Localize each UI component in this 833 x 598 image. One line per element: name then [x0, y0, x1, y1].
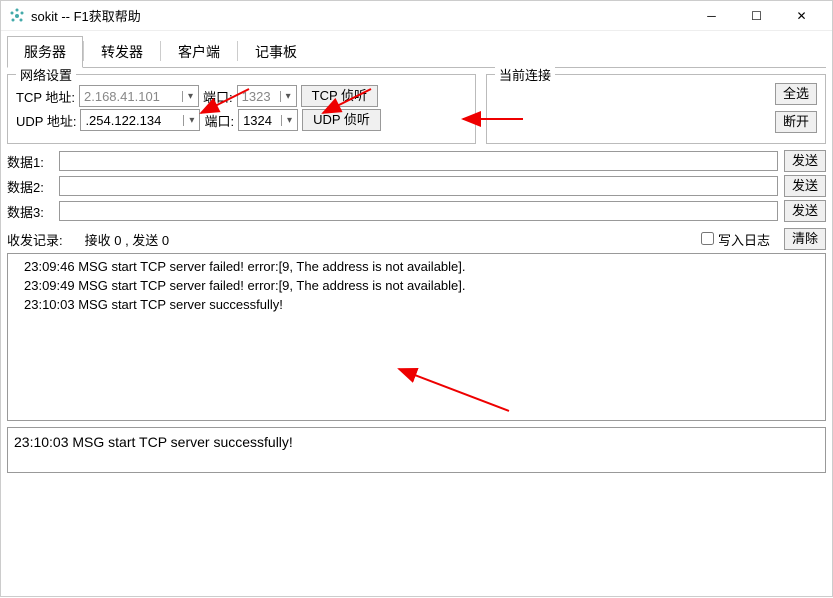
send3-button[interactable]: 发送	[784, 200, 826, 222]
tab-server[interactable]: 服务器	[7, 36, 83, 68]
tab-forwarder[interactable]: 转发器	[84, 36, 160, 68]
data2-input[interactable]	[59, 176, 778, 196]
send1-button[interactable]: 发送	[784, 150, 826, 172]
send2-button[interactable]: 发送	[784, 175, 826, 197]
data1-label: 数据1:	[7, 152, 53, 171]
window-title: sokit -- F1获取帮助	[31, 6, 689, 25]
window-buttons: ─ ☐ ✕	[689, 2, 824, 30]
write-log-checkbox-label[interactable]: 写入日志	[701, 230, 770, 249]
minimize-button[interactable]: ─	[689, 2, 734, 30]
tab-client[interactable]: 客户端	[161, 36, 237, 68]
data3-label: 数据3:	[7, 202, 53, 221]
udp-listen-button[interactable]: UDP 侦听	[302, 109, 381, 131]
udp-addr-label: UDP 地址:	[16, 111, 76, 130]
top-fieldsets: 网络设置 TCP 地址: ▾ 端口: ▾ TCP 侦听 UDP 地址:	[7, 74, 826, 144]
udp-port-input[interactable]	[239, 113, 281, 128]
log-line: 23:09:49 MSG start TCP server failed! er…	[14, 277, 819, 296]
network-fieldset: 网络设置 TCP 地址: ▾ 端口: ▾ TCP 侦听 UDP 地址:	[7, 74, 476, 144]
status-area: 23:10:03 MSG start TCP server successful…	[7, 427, 826, 473]
clear-button[interactable]: 清除	[784, 228, 826, 250]
dropdown-icon[interactable]: ▾	[182, 91, 198, 102]
data1-input[interactable]	[59, 151, 778, 171]
record-label: 收发记录:	[7, 230, 63, 249]
log-line: 23:09:46 MSG start TCP server failed! er…	[14, 258, 819, 277]
tcp-port-input[interactable]	[238, 89, 280, 104]
connections-fieldset: 当前连接 全选 断开	[486, 74, 826, 144]
dropdown-icon[interactable]: ▾	[280, 91, 296, 102]
tcp-addr-combo[interactable]: ▾	[79, 85, 199, 107]
maximize-button[interactable]: ☐	[734, 2, 779, 30]
tab-bar: 服务器 转发器 客户端 记事板	[7, 35, 826, 68]
tcp-addr-input[interactable]	[80, 89, 182, 104]
dropdown-icon[interactable]: ▾	[183, 115, 199, 126]
record-stats: 接收 0 , 发送 0	[85, 230, 170, 249]
udp-addr-input[interactable]	[81, 113, 183, 128]
udp-port-label: 端口:	[204, 111, 234, 130]
disconnect-button[interactable]: 断开	[775, 111, 817, 133]
data2-label: 数据2:	[7, 177, 53, 196]
app-icon	[9, 8, 25, 24]
tcp-port-label: 端口:	[203, 87, 233, 106]
dropdown-icon[interactable]: ▾	[281, 115, 297, 126]
data3-input[interactable]	[59, 201, 778, 221]
udp-addr-combo[interactable]: ▾	[80, 109, 200, 131]
udp-port-combo[interactable]: ▾	[238, 109, 298, 131]
connections-legend: 当前连接	[495, 65, 555, 84]
connections-list[interactable]	[495, 83, 775, 133]
network-legend: 网络设置	[16, 65, 76, 84]
tcp-listen-button[interactable]: TCP 侦听	[301, 85, 378, 107]
titlebar: sokit -- F1获取帮助 ─ ☐ ✕	[1, 1, 832, 31]
tcp-port-combo[interactable]: ▾	[237, 85, 297, 107]
select-all-button[interactable]: 全选	[775, 83, 817, 105]
log-line: 23:10:03 MSG start TCP server successful…	[14, 296, 819, 315]
tab-notepad[interactable]: 记事板	[238, 36, 314, 68]
log-area[interactable]: 23:09:46 MSG start TCP server failed! er…	[7, 253, 826, 421]
content-area: 服务器 转发器 客户端 记事板 网络设置 TCP 地址: ▾ 端口:	[1, 31, 832, 477]
app-window: sokit -- F1获取帮助 ─ ☐ ✕ 服务器 转发器 客户端 记事板 网络…	[0, 0, 833, 597]
status-text: 23:10:03 MSG start TCP server successful…	[14, 434, 293, 450]
write-log-checkbox[interactable]	[701, 232, 714, 245]
close-button[interactable]: ✕	[779, 2, 824, 30]
tcp-addr-label: TCP 地址:	[16, 87, 75, 106]
